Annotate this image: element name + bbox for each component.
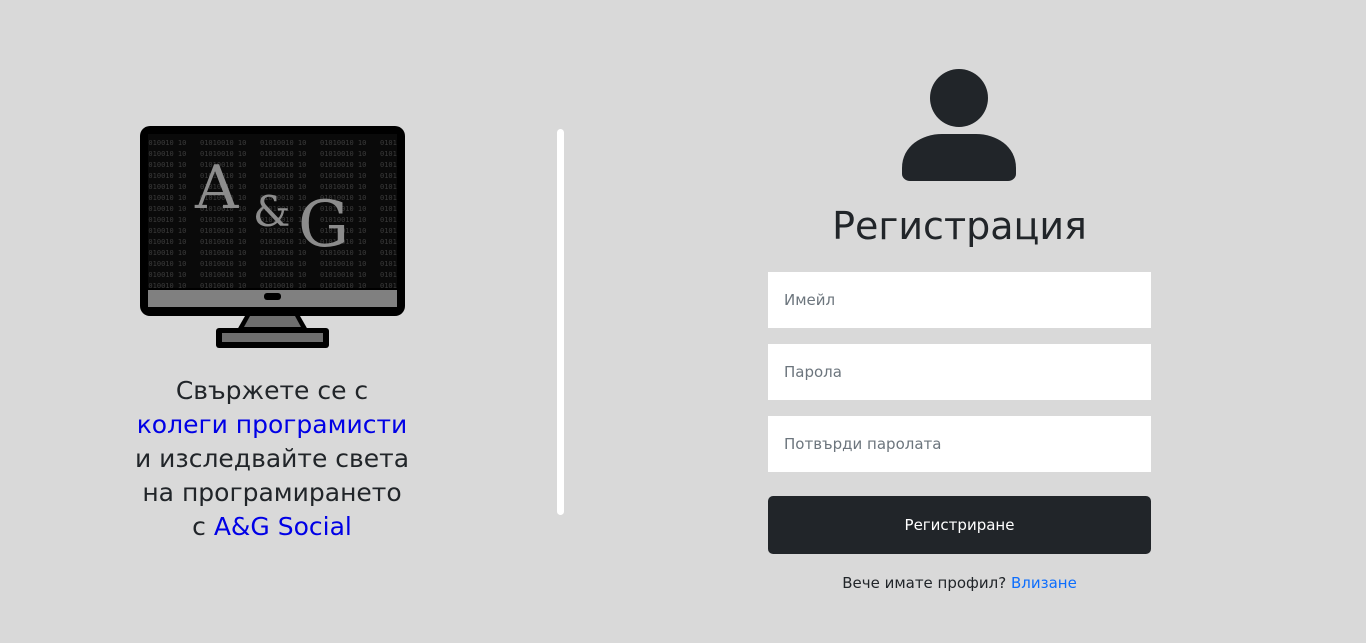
monitor-logo: 01010010 10 A & G: [140, 126, 405, 350]
login-link[interactable]: Влизане: [1011, 574, 1077, 592]
logo-letter-a: A: [194, 153, 239, 223]
form-title: Регистрация: [832, 204, 1087, 248]
login-prompt: Вече имате профил? Влизане: [768, 572, 1151, 594]
tagline-highlight-brand: A&G Social: [213, 512, 352, 541]
email-field[interactable]: [768, 272, 1151, 328]
register-button[interactable]: Регистриране: [768, 496, 1151, 554]
tagline-highlight-colleagues: колеги програмисти: [136, 410, 408, 439]
password-field[interactable]: [768, 344, 1151, 400]
login-prompt-text: Вече имате профил?: [842, 574, 1007, 592]
tagline-line-5: с A&G Social: [122, 510, 422, 544]
tagline-line-4: на програмирането: [142, 478, 402, 507]
tagline-line-3: и изследвайте света: [134, 444, 410, 473]
monitor-logo-graphic: 01010010 10 A & G: [140, 126, 405, 348]
registration-page: 01010010 10 A & G Свържете се с колеги п…: [0, 0, 1366, 643]
tagline-line-1: Свържете се с: [175, 376, 369, 405]
logo-letter-g: G: [298, 188, 349, 262]
user-icon: [902, 68, 1016, 182]
confirm-password-field[interactable]: [768, 416, 1151, 472]
tagline: Свържете се с колеги програмисти и изсле…: [122, 374, 422, 544]
logo-ampersand: &: [253, 187, 290, 236]
vertical-divider: [557, 129, 564, 515]
tagline-line-5-prefix: с: [192, 512, 214, 541]
